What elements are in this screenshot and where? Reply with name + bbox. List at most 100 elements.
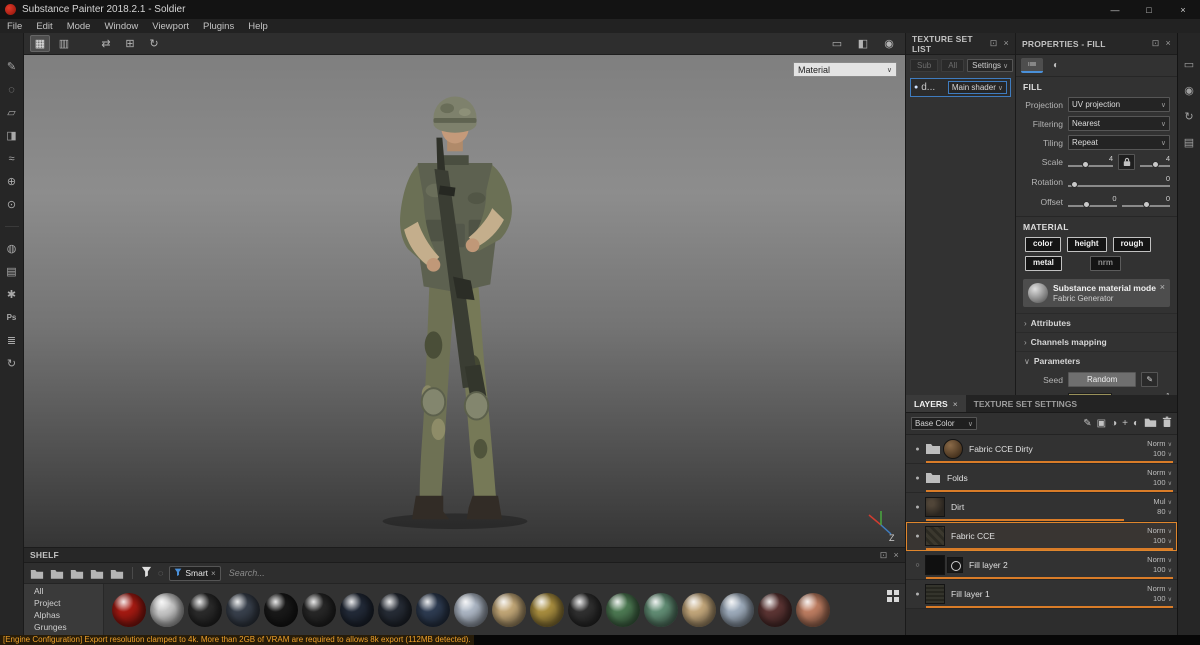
visibility-toggle-icon[interactable]: ● [910,504,925,511]
blend-mode-select[interactable]: Norm ∨ [1147,468,1172,478]
material-picker-tool-icon[interactable]: ⊙ [3,197,21,212]
camera-icon[interactable]: ◉ [879,35,899,52]
layer-row-fabric-cce-dirty[interactable]: ● Fabric CCE Dirty Norm ∨ 100 ∨ [906,435,1177,464]
material-sphere[interactable] [188,593,222,627]
float-panel-icon[interactable]: ⊡ [990,38,998,49]
substance-material-mode-box[interactable]: Substance material mode Fabric Generator… [1023,279,1170,307]
material-sphere[interactable] [264,593,298,627]
close-panel-icon[interactable]: × [894,550,899,561]
float-panel-icon[interactable]: ⊡ [880,550,888,561]
material-sphere[interactable] [302,593,336,627]
close-button[interactable]: × [1166,0,1200,19]
filter-funnel-icon[interactable] [141,566,152,580]
projection-tool-icon[interactable]: ▱ [3,105,21,120]
scale-y-slider[interactable]: 4 [1140,154,1170,170]
add-effect-icon[interactable]: ✎ [1083,418,1091,429]
filter-circle-icon[interactable]: ◌ [158,568,163,578]
shader-settings-icon[interactable]: ◉ [1181,83,1197,97]
resources-icon[interactable]: ◍ [3,241,21,256]
channel-height-button[interactable]: height [1067,237,1107,252]
menu-window[interactable]: Window [97,19,145,33]
symmetry-icon[interactable]: ⇄ [96,35,116,52]
menu-viewport[interactable]: Viewport [145,19,196,33]
tangent-wrap-icon[interactable]: ⊞ [120,35,140,52]
category-grunges[interactable]: Grunges [24,621,103,633]
material-sphere[interactable] [112,593,146,627]
visibility-toggle-icon[interactable]: ○ [910,562,925,569]
filter-sub-button[interactable]: Sub [910,59,938,72]
material-sphere[interactable] [568,593,602,627]
minimize-button[interactable]: — [1098,0,1132,19]
bake-icon[interactable]: ▤ [3,264,21,279]
close-panel-icon[interactable]: × [1166,38,1171,49]
material-sphere[interactable] [606,593,640,627]
log-icon[interactable]: ▤ [1181,135,1197,149]
shelf-folder-icon[interactable] [30,568,44,579]
material-sphere[interactable] [644,593,678,627]
view-solo-icon[interactable]: ▦ [30,35,50,52]
seed-edit-icon[interactable]: ✎ [1141,372,1158,387]
photoshop-export-icon[interactable]: Ps [3,310,21,325]
mask-thumbnail[interactable] [947,557,963,573]
opacity-select[interactable]: 100 ∨ [1147,594,1172,604]
material-sphere[interactable] [378,593,412,627]
channel-nrm-button[interactable]: nrm [1090,256,1121,271]
material-mode-close-icon[interactable]: × [1160,282,1165,292]
history-icon[interactable]: ↻ [1181,109,1197,123]
attributes-group[interactable]: › Attributes [1016,313,1177,332]
layer-thumbnail[interactable] [925,584,945,604]
layer-row-fill-layer-1[interactable]: ● Fill layer 1 Norm ∨ 100 ∨ [906,580,1177,609]
float-panel-icon[interactable]: ⊡ [1152,38,1160,49]
channel-filter-select[interactable]: Base Color ∨ [911,417,977,430]
texture-set-settings-button[interactable]: Settings ∨ [967,59,1013,72]
visibility-toggle-icon[interactable]: ● [910,446,925,453]
blend-mode-select[interactable]: Norm ∨ [1147,555,1172,565]
folder-icon[interactable] [925,471,941,486]
shelf-add-folder-icon[interactable] [50,568,64,579]
scale-lock-icon[interactable] [1118,154,1135,170]
parameters-group[interactable]: ∨ Parameters [1016,351,1177,370]
layer-row-folds[interactable]: ● Folds Norm ∨ 100 ∨ [906,464,1177,493]
tag-close-icon[interactable]: × [211,569,216,578]
category-alphas[interactable]: Alphas [24,609,103,621]
sync-icon[interactable]: ↻ [3,356,21,371]
polygon-fill-tool-icon[interactable]: ◨ [3,128,21,143]
shelf-hide-icon[interactable] [90,568,104,579]
tab-texture-set-settings[interactable]: TEXTURE SET SETTINGS [966,395,1085,412]
rotate-snap-icon[interactable]: ↻ [144,35,164,52]
material-sphere[interactable] [416,593,450,627]
tab-properties-icon[interactable]: ≔ [1021,58,1043,73]
shelf-search-input[interactable] [227,567,371,579]
material-sphere[interactable] [720,593,754,627]
material-sphere[interactable] [796,593,830,627]
opacity-select[interactable]: 100 ∨ [1147,536,1172,546]
opacity-select[interactable]: 80 ∨ [1153,507,1172,517]
material-sphere[interactable] [150,593,184,627]
split-view-icon[interactable]: ◧ [853,35,873,52]
display-mode-icon[interactable]: ▭ [827,35,847,52]
add-mask-icon[interactable]: ◐ [1133,418,1139,429]
settings-icon[interactable]: ✱ [3,287,21,302]
soldier-model[interactable] [345,73,565,533]
visibility-toggle-icon[interactable]: ● [910,475,925,482]
display-settings-icon[interactable]: ▭ [1181,57,1197,71]
material-sphere[interactable] [682,593,716,627]
close-panel-icon[interactable]: × [1004,38,1009,49]
category-all[interactable]: All [24,585,103,597]
rotation-slider[interactable]: 0 [1068,174,1170,190]
add-smart-material-icon[interactable]: ▣ [1097,418,1106,429]
delete-layer-icon[interactable] [1162,416,1172,431]
menu-mode[interactable]: Mode [60,19,98,33]
smart-filter-tag[interactable]: Smart × [169,566,220,581]
blend-mode-select[interactable]: Mul ∨ [1153,497,1172,507]
channel-color-button[interactable]: color [1025,237,1061,252]
filter-all-button[interactable]: All [941,59,964,72]
visibility-toggle-icon[interactable]: ● [910,591,925,598]
opacity-select[interactable]: 100 ∨ [1147,565,1172,575]
shelf-import-icon[interactable] [70,568,84,579]
layer-thumbnail[interactable] [925,555,945,575]
material-thumbnail[interactable] [943,439,963,459]
filtering-select[interactable]: Nearest ∨ [1068,116,1170,131]
category-project[interactable]: Project [24,597,103,609]
material-sphere[interactable] [492,593,526,627]
